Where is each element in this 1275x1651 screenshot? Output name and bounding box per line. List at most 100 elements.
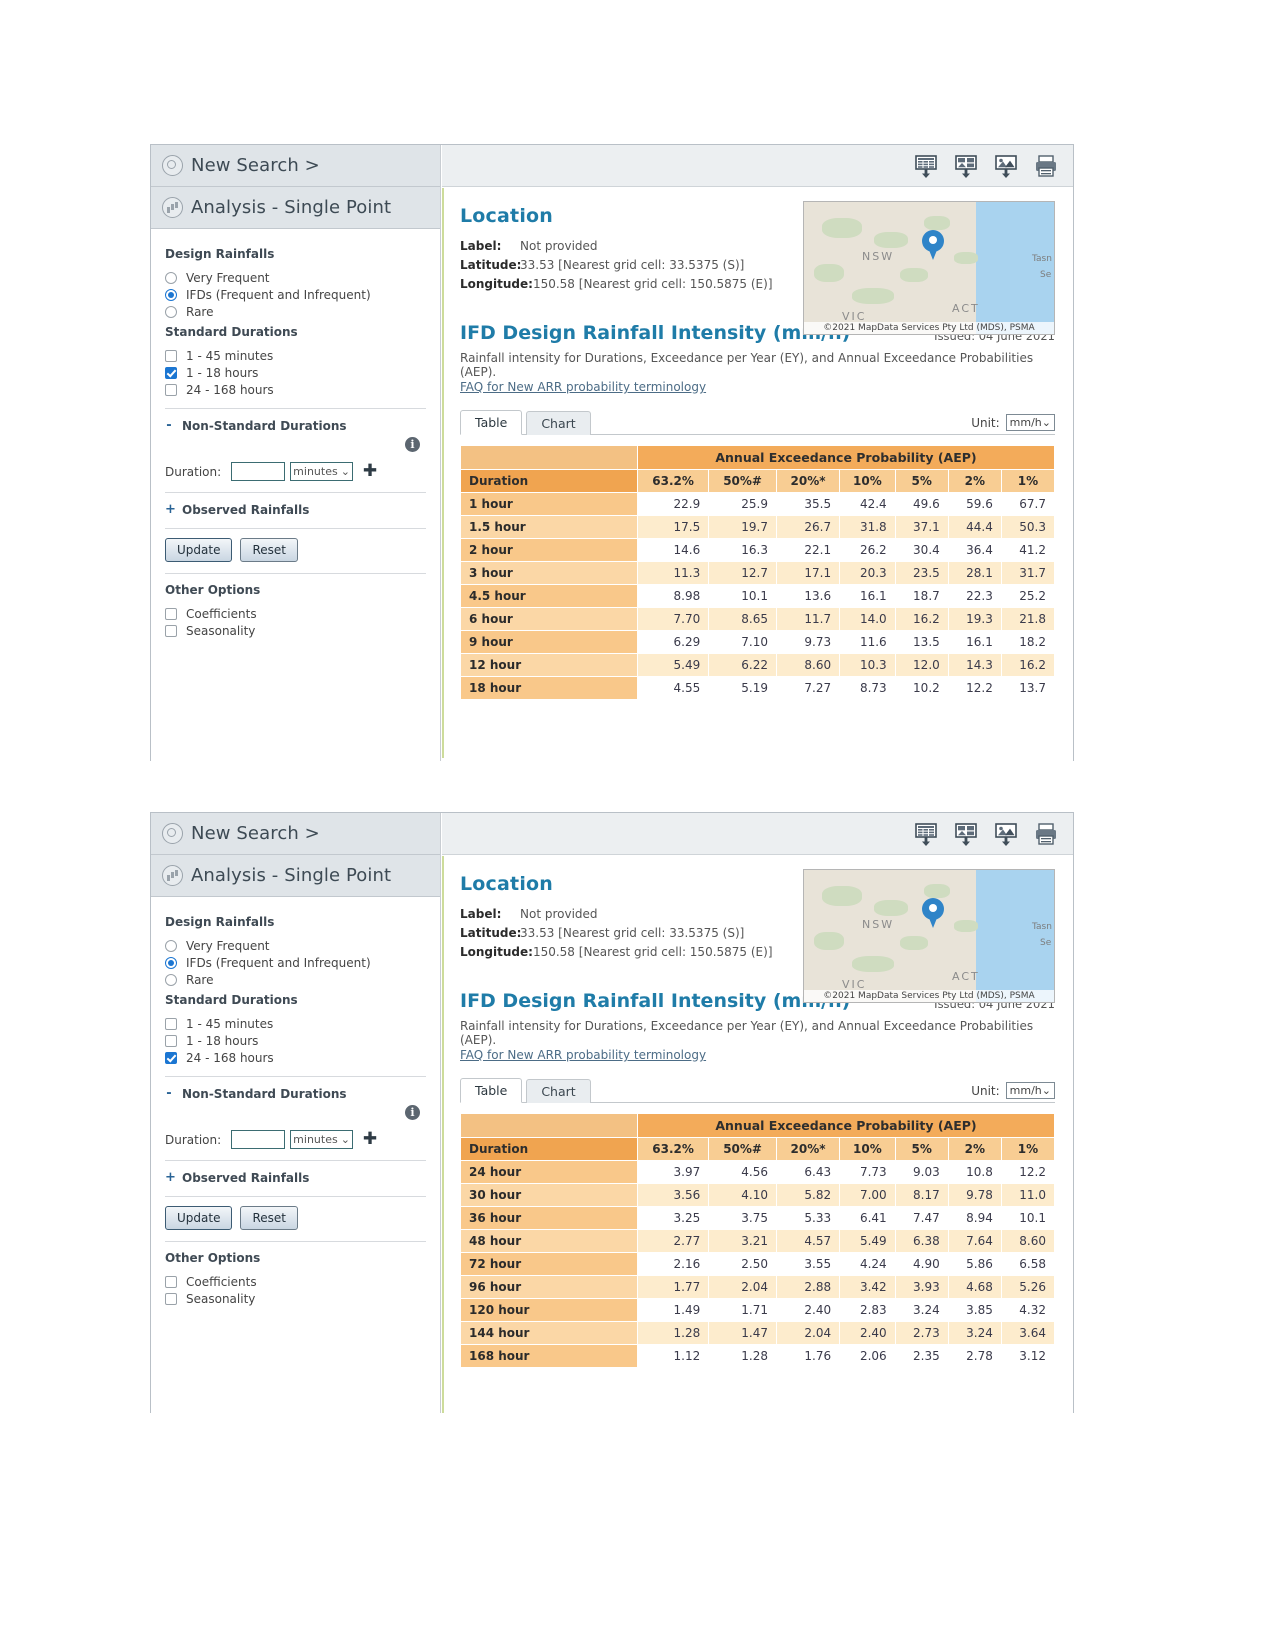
value-cell: 3.55 (775, 1252, 841, 1276)
duration-cell: 3 hour (460, 561, 638, 585)
checkbox-unchecked[interactable] (165, 1035, 177, 1047)
standard-duration-option-1[interactable]: 1 - 18 hours (165, 366, 426, 380)
new-search-label: New Search > (191, 823, 320, 844)
tab-table[interactable]: Table (460, 1078, 523, 1103)
location-field-value: 150.58 [Nearest grid cell: 150.5875 (E)] (532, 945, 773, 959)
radio-checked[interactable] (165, 957, 177, 969)
expand-toggle-icon[interactable]: + (165, 1170, 176, 1185)
checkbox-unchecked[interactable] (165, 1293, 177, 1305)
design-rainfall-option-0[interactable]: Very Frequent (165, 939, 426, 953)
radio-unchecked[interactable] (165, 974, 177, 986)
value-cell: 9.73 (775, 630, 841, 654)
radio-unchecked[interactable] (165, 940, 177, 952)
radio-checked[interactable] (165, 289, 177, 301)
new-search-bar[interactable]: New Search > (151, 813, 440, 855)
aep-column-header: 63.2% (636, 469, 710, 493)
tab-chart[interactable]: Chart (526, 1079, 591, 1103)
standard-duration-option-0[interactable]: 1 - 45 minutes (165, 349, 426, 363)
checkbox-unchecked[interactable] (165, 350, 177, 362)
chevron-down-icon: ⌄ (340, 1133, 350, 1146)
value-cell: 17.1 (775, 561, 841, 585)
print-icon[interactable] (1033, 821, 1059, 847)
value-cell: 5.86 (947, 1252, 1002, 1276)
checkbox-unchecked[interactable] (165, 608, 177, 620)
sidebar: New Search > Analysis - Single Point Desig… (151, 145, 441, 761)
design-rainfall-option-0[interactable]: Very Frequent (165, 271, 426, 285)
collapse-toggle-icon[interactable]: - (165, 418, 173, 433)
faq-link[interactable]: FAQ for New ARR probability terminology (460, 380, 706, 394)
table-row: 1 hour 22.9 25.9 35.5 42.4 49.6 59.6 67.7 (460, 492, 1056, 516)
map-credit: ©2021 MapData Services Pty Ltd (MDS), PS… (804, 322, 1054, 334)
other-option-0[interactable]: Coefficients (165, 1275, 426, 1289)
duration-cell: 48 hour (460, 1229, 638, 1253)
table-download-icon[interactable] (913, 153, 939, 179)
value-cell: 7.70 (636, 607, 710, 631)
non-standard-durations-section[interactable]: - Non-Standard Durations (165, 418, 426, 433)
standard-duration-option-0[interactable]: 1 - 45 minutes (165, 1017, 426, 1031)
other-option-1[interactable]: Seasonality (165, 1292, 426, 1306)
standard-duration-option-1[interactable]: 1 - 18 hours (165, 1034, 426, 1048)
update-button[interactable]: Update (165, 538, 233, 562)
image-download-icon[interactable] (993, 821, 1019, 847)
observed-rainfalls-section[interactable]: + Observed Rainfalls (165, 502, 426, 517)
aep-column-header: 1% (1000, 1137, 1056, 1161)
duration-input[interactable] (231, 1130, 286, 1149)
checkbox-checked[interactable] (165, 1052, 177, 1064)
tab-table[interactable]: Table (460, 410, 523, 435)
divider (165, 408, 426, 409)
unit-select[interactable]: mm/h ⌄ (1005, 1082, 1055, 1099)
other-option-0[interactable]: Coefficients (165, 607, 426, 621)
standard-duration-option-2[interactable]: 24 - 168 hours (165, 383, 426, 397)
add-duration-icon[interactable]: ✚ (363, 463, 377, 480)
value-cell: 16.2 (894, 607, 949, 631)
add-duration-icon[interactable]: ✚ (363, 1131, 377, 1148)
duration-unit-select[interactable]: minutes ⌄ (290, 1130, 353, 1149)
faq-link[interactable]: FAQ for New ARR probability terminology (460, 1048, 706, 1062)
design-rainfall-option-1[interactable]: IFDs (Frequent and Infrequent) (165, 956, 426, 970)
reset-button[interactable]: Reset (240, 538, 298, 562)
info-icon[interactable]: i (405, 437, 420, 452)
table-row: 18 hour 4.55 5.19 7.27 8.73 10.2 12.2 13.7 (460, 676, 1056, 700)
non-standard-durations-section[interactable]: - Non-Standard Durations (165, 1086, 426, 1101)
duration-unit-select[interactable]: minutes ⌄ (290, 462, 353, 481)
table-download-icon[interactable] (913, 821, 939, 847)
checkbox-checked[interactable] (165, 367, 177, 379)
other-option-1[interactable]: Seasonality (165, 624, 426, 638)
duration-cell: 30 hour (460, 1183, 638, 1207)
new-search-bar[interactable]: New Search > (151, 145, 440, 187)
radio-unchecked[interactable] (165, 272, 177, 284)
location-map[interactable]: NSW ACT VIC Tasn Se ©2021 MapData Services Pt… (803, 869, 1055, 1003)
info-icon[interactable]: i (405, 1105, 420, 1120)
chart-download-icon[interactable] (953, 153, 979, 179)
location-map[interactable]: NSW ACT VIC Tasn Se ©2021 MapData Services Pt… (803, 201, 1055, 335)
unit-select[interactable]: mm/h ⌄ (1005, 414, 1055, 431)
design-rainfall-option-2[interactable]: Rare (165, 305, 426, 319)
standard-duration-option-2[interactable]: 24 - 168 hours (165, 1051, 426, 1065)
duration-cell: 18 hour (460, 676, 638, 700)
table-corner-cell (460, 1113, 638, 1138)
print-icon[interactable] (1033, 153, 1059, 179)
content-inner: NSW ACT VIC Tasn Se ©2021 MapData Services Pt… (442, 855, 1073, 1368)
duration-cell: 96 hour (460, 1275, 638, 1299)
expand-toggle-icon[interactable]: + (165, 502, 176, 517)
design-rainfall-option-1[interactable]: IFDs (Frequent and Infrequent) (165, 288, 426, 302)
checkbox-unchecked[interactable] (165, 1276, 177, 1288)
design-rainfall-option-2[interactable]: Rare (165, 973, 426, 987)
value-cell: 4.56 (708, 1160, 777, 1184)
image-download-icon[interactable] (993, 153, 1019, 179)
update-button[interactable]: Update (165, 1206, 233, 1230)
checkbox-unchecked[interactable] (165, 1018, 177, 1030)
checkbox-unchecked[interactable] (165, 625, 177, 637)
tab-chart[interactable]: Chart (526, 411, 591, 435)
duration-cell: 1 hour (460, 492, 638, 516)
reset-button[interactable]: Reset (240, 1206, 298, 1230)
radio-unchecked[interactable] (165, 306, 177, 318)
duration-input[interactable] (231, 462, 286, 481)
collapse-toggle-icon[interactable]: - (165, 1086, 173, 1101)
value-cell: 22.3 (947, 584, 1002, 608)
checkbox-unchecked[interactable] (165, 384, 177, 396)
chart-download-icon[interactable] (953, 821, 979, 847)
observed-rainfalls-section[interactable]: + Observed Rainfalls (165, 1170, 426, 1185)
value-cell: 3.25 (636, 1206, 710, 1230)
info-row: i (165, 1105, 426, 1120)
